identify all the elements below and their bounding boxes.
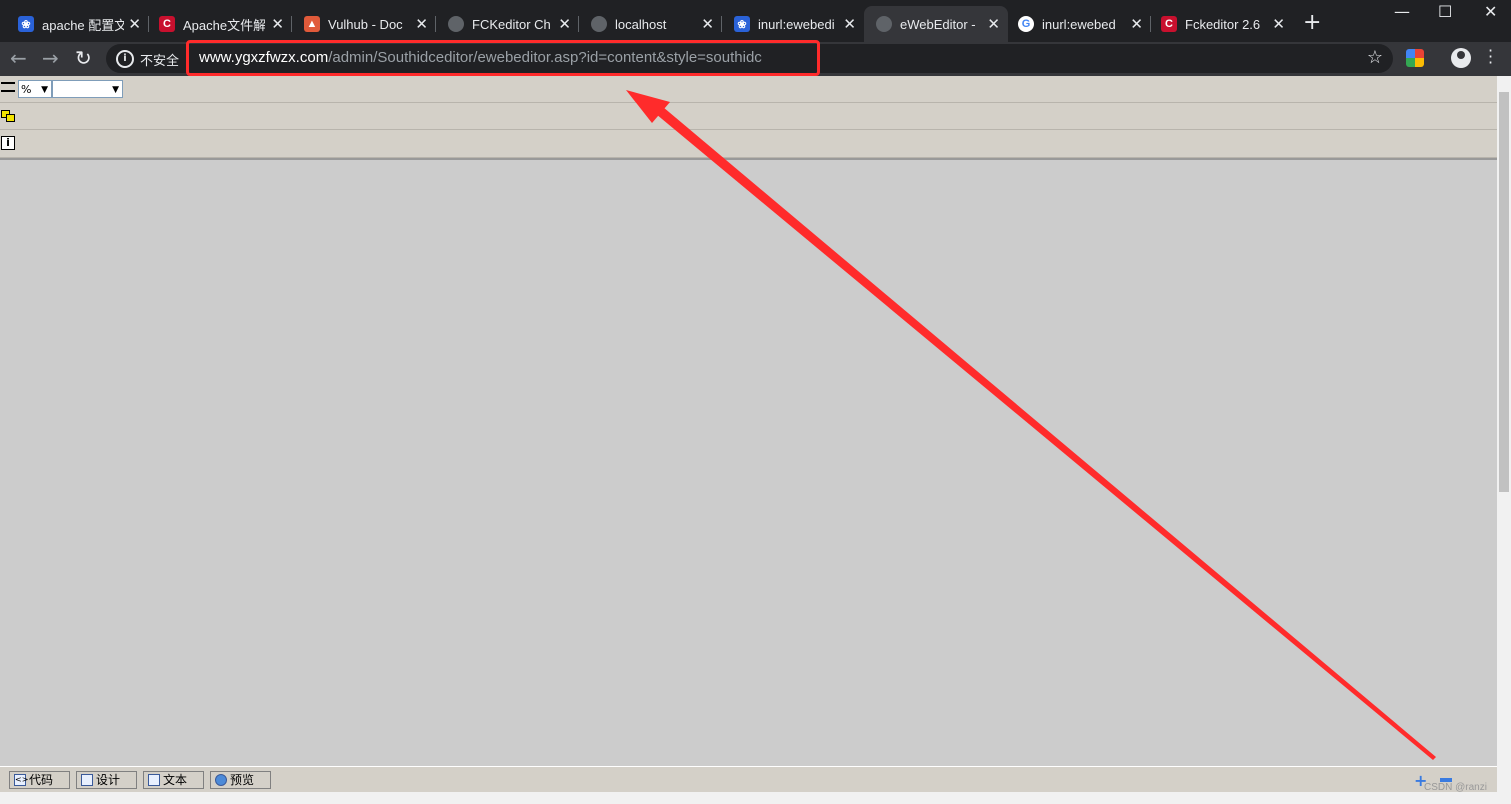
design-icon bbox=[81, 774, 93, 786]
mode-label: 文本 bbox=[163, 773, 188, 787]
baidu-paw-icon: ❀ bbox=[734, 16, 750, 32]
mode-label: 预览 bbox=[230, 773, 255, 787]
globe-icon bbox=[448, 16, 464, 32]
vulhub-icon: ▲ bbox=[304, 16, 320, 32]
tab-strip: ❀ apache 配置文 ✕ C Apache文件解 ✕ ▲ Vulhub - … bbox=[0, 0, 1511, 42]
chevron-down-icon: ▼ bbox=[112, 85, 119, 95]
reload-icon[interactable]: ↻ bbox=[75, 46, 92, 70]
mode-bar: <> 代码 设计 文本 预览 + bbox=[0, 766, 1497, 793]
security-label[interactable]: 不安全 bbox=[140, 50, 179, 69]
tab-title: inurl:ewebed bbox=[1042, 16, 1116, 32]
zoom-value: % bbox=[21, 83, 32, 96]
zoom-select[interactable]: % ▼ bbox=[18, 80, 52, 98]
editor-toolbar-3: i bbox=[0, 130, 1497, 158]
baidu-paw-icon: ❀ bbox=[18, 16, 34, 32]
globe-icon bbox=[591, 16, 607, 32]
globe-icon bbox=[876, 16, 892, 32]
info-icon[interactable]: i bbox=[116, 50, 134, 68]
mode-label: 设计 bbox=[96, 773, 121, 787]
editor-toolbar-2 bbox=[0, 103, 1497, 130]
annotation-highlight-box bbox=[186, 40, 820, 76]
account-icon[interactable] bbox=[1451, 48, 1471, 68]
google-g-icon: G bbox=[1018, 16, 1034, 32]
tab-9[interactable]: C Fckeditor 2.6 ✕ bbox=[1151, 6, 1293, 42]
csdn-c-icon: C bbox=[159, 16, 175, 32]
editor-toolbar-1: % ▼ ▼ bbox=[0, 76, 1497, 103]
tab-4[interactable]: FCKeditor Ch ✕ bbox=[436, 6, 579, 42]
code-icon: <> bbox=[14, 774, 29, 786]
tab-title: Vulhub - Doc bbox=[328, 16, 403, 32]
extension-icon[interactable] bbox=[1406, 49, 1424, 67]
watermark: CSDN @ranzi bbox=[1424, 782, 1487, 793]
font-select[interactable]: ▼ bbox=[52, 80, 123, 98]
new-tab-plus-icon[interactable]: + bbox=[1303, 10, 1321, 35]
vertical-scrollbar[interactable] bbox=[1497, 76, 1511, 804]
code-mode-button[interactable]: <> 代码 bbox=[9, 771, 70, 789]
text-mode-button[interactable]: 文本 bbox=[143, 771, 204, 789]
tab-6[interactable]: ❀ inurl:ewebedi ✕ bbox=[722, 6, 864, 42]
chevron-down-icon: ▼ bbox=[41, 85, 48, 95]
minimize-icon[interactable]: — bbox=[1394, 2, 1410, 21]
close-icon[interactable]: ✕ bbox=[1272, 15, 1285, 33]
bookmark-star-icon[interactable]: ☆ bbox=[1367, 47, 1383, 68]
tab-title: apache 配置文 bbox=[42, 17, 124, 33]
tab-3[interactable]: ▲ Vulhub - Doc ✕ bbox=[292, 6, 436, 42]
text-icon bbox=[148, 774, 160, 786]
tab-5[interactable]: localhost ✕ bbox=[579, 6, 722, 42]
close-icon[interactable]: ✕ bbox=[271, 15, 284, 33]
close-icon[interactable]: ✕ bbox=[701, 15, 714, 33]
close-icon[interactable]: ✕ bbox=[558, 15, 571, 33]
layer-icon-overlap bbox=[6, 114, 15, 122]
forward-arrow-icon[interactable]: → bbox=[42, 46, 59, 70]
preview-globe-icon bbox=[215, 774, 227, 786]
csdn-c-icon: C bbox=[1161, 16, 1177, 32]
tab-title: Apache文件解 bbox=[183, 17, 265, 33]
tab-1[interactable]: ❀ apache 配置文 ✕ bbox=[0, 6, 149, 42]
window-close-icon[interactable]: ✕ bbox=[1484, 2, 1497, 21]
tab-7-active[interactable]: eWebEditor - ✕ bbox=[864, 6, 1008, 42]
tab-title: localhost bbox=[615, 16, 667, 32]
close-icon[interactable]: ✕ bbox=[1130, 15, 1143, 33]
more-menu-icon[interactable]: · · · bbox=[1488, 43, 1493, 71]
horizontal-scrollbar[interactable] bbox=[0, 792, 1497, 804]
back-arrow-icon[interactable]: ← bbox=[10, 46, 27, 70]
tab-title: FCKeditor Ch bbox=[472, 16, 551, 32]
scrollbar-thumb[interactable] bbox=[1499, 92, 1509, 492]
maximize-icon[interactable]: ☐ bbox=[1438, 2, 1452, 21]
tab-2[interactable]: C Apache文件解 ✕ bbox=[149, 6, 292, 42]
tab-title: eWebEditor - bbox=[900, 16, 976, 32]
close-icon[interactable]: ✕ bbox=[843, 15, 856, 33]
close-icon[interactable]: ✕ bbox=[987, 15, 1000, 33]
close-icon[interactable]: ✕ bbox=[128, 15, 141, 33]
design-mode-button[interactable]: 设计 bbox=[76, 771, 137, 789]
close-icon[interactable]: ✕ bbox=[415, 15, 428, 33]
toolbar-handle-icon bbox=[1, 82, 15, 92]
tab-8[interactable]: G inurl:ewebed ✕ bbox=[1008, 6, 1151, 42]
editor-canvas[interactable] bbox=[0, 158, 1497, 768]
preview-mode-button[interactable]: 预览 bbox=[210, 771, 271, 789]
mode-label: 代码 bbox=[29, 773, 54, 787]
info-i-icon[interactable]: i bbox=[1, 136, 15, 150]
tab-title: Fckeditor 2.6 bbox=[1185, 16, 1261, 32]
tab-title: inurl:ewebedi bbox=[758, 16, 835, 32]
